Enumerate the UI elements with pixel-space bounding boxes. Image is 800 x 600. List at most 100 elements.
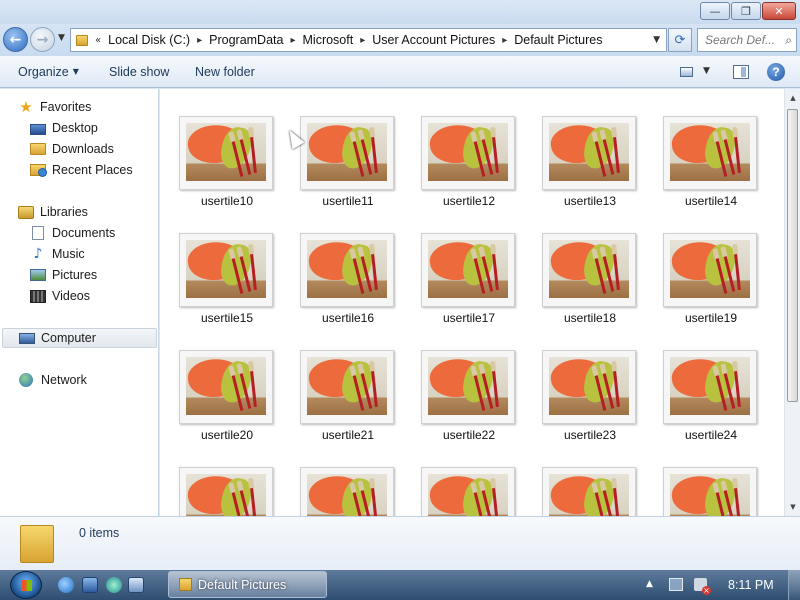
file-item[interactable]: usertile13 [542,116,638,208]
file-name: usertile21 [321,428,375,442]
sidebar-item-label: Desktop [52,121,98,135]
sidebar-item-documents[interactable]: Documents [30,223,115,243]
file-item[interactable]: usertile23 [542,350,638,442]
sidebar-item-downloads[interactable]: Downloads [30,139,114,159]
scrollbar-thumb[interactable] [787,109,798,402]
image-thumbnail [300,116,394,190]
details-pane: 0 items [0,516,800,570]
breadcrumb-programdata[interactable]: ProgramData [209,33,283,47]
organize-button[interactable]: Organize ▼ [18,65,79,79]
image-thumbnail [663,233,757,307]
sidebar-item-pictures[interactable]: Pictures [30,265,97,285]
sidebar-item-recent-places[interactable]: Recent Places [30,160,133,180]
file-item[interactable] [179,467,275,516]
breadcrumb-separator[interactable]: ▸ [502,35,507,46]
file-item[interactable] [542,467,638,516]
back-button[interactable]: ← [3,27,28,52]
preview-pane-icon[interactable] [733,65,749,79]
file-item[interactable] [421,467,517,516]
sidebar-item-label: Music [52,247,85,261]
sidebar-item-label: Pictures [52,268,98,282]
file-name: usertile12 [442,194,496,208]
folder-icon [20,525,54,563]
change-view-icon[interactable] [680,67,693,77]
scroll-up-icon[interactable]: ▲ [786,90,800,106]
downloads-folder-icon [30,143,46,155]
refresh-button[interactable]: ⟳ [668,28,692,52]
file-item[interactable]: usertile22 [421,350,517,442]
media-player-icon[interactable] [106,577,122,593]
clock[interactable]: 8:11 PM [728,578,774,592]
file-item[interactable]: usertile18 [542,233,638,325]
view-options-dropdown[interactable]: ▼ [703,66,710,76]
show-desktop-icon[interactable] [82,577,98,593]
file-view: usertile10 usertile11 usertile12 usertil… [160,89,784,516]
navigation-bar: ← → ▼ « Local Disk (C:) ▸ ProgramData ▸ … [0,24,800,56]
file-name: usertile22 [442,428,496,442]
address-dropdown-icon[interactable]: ▼ [653,35,660,45]
network-tray-icon[interactable] [669,578,683,591]
close-button[interactable]: ✕ [762,2,796,20]
file-item[interactable]: usertile16 [300,233,396,325]
maximize-button[interactable]: ❐ [731,2,761,20]
file-item[interactable] [663,467,759,516]
sidebar-item-libraries[interactable]: Libraries [18,202,88,222]
minimize-button[interactable]: — [700,2,730,20]
breadcrumb-default-pictures[interactable]: Default Pictures [514,33,602,47]
file-name: usertile18 [563,311,617,325]
sidebar-item-computer[interactable]: Computer [2,328,157,348]
file-name: usertile19 [684,311,738,325]
breadcrumb-separator[interactable]: ▸ [360,35,365,46]
file-item[interactable] [300,467,396,516]
help-icon[interactable]: ? [767,63,785,81]
image-thumbnail [663,350,757,424]
image-thumbnail [179,116,273,190]
network-icon [19,373,33,387]
file-item[interactable]: usertile14 [663,116,759,208]
item-count: 0 items [79,526,120,540]
breadcrumb-microsoft[interactable]: Microsoft [303,33,354,47]
search-icon[interactable]: ⌕ [785,29,792,51]
breadcrumb-separator[interactable]: ▸ [197,35,202,46]
file-item[interactable]: usertile11 [300,116,396,208]
sidebar-item-label: Recent Places [52,163,133,177]
pictures-icon [30,269,46,281]
scroll-down-icon[interactable]: ▼ [786,499,800,515]
internet-explorer-icon[interactable] [58,577,74,593]
documents-icon [32,226,44,240]
sidebar-item-network[interactable]: Network [19,370,87,390]
file-item[interactable]: usertile20 [179,350,275,442]
file-name: usertile15 [200,311,254,325]
sidebar-item-desktop[interactable]: Desktop [30,118,98,138]
file-item[interactable]: usertile17 [421,233,517,325]
switch-windows-icon[interactable] [128,577,144,593]
file-item[interactable]: usertile19 [663,233,759,325]
sidebar-item-favorites[interactable]: ★ Favorites [18,97,91,117]
file-item[interactable]: usertile10 [179,116,275,208]
new-folder-button[interactable]: New folder [195,65,255,79]
start-button[interactable] [10,571,42,599]
file-item[interactable]: usertile24 [663,350,759,442]
breadcrumb-overflow[interactable]: « [95,35,101,46]
breadcrumb-local-disk[interactable]: Local Disk (C:) [108,33,190,47]
address-bar[interactable]: « Local Disk (C:) ▸ ProgramData ▸ Micros… [70,28,667,52]
taskbar-window-default-pictures[interactable]: Default Pictures [168,571,327,598]
slideshow-button[interactable]: Slide show [109,65,169,79]
vertical-scrollbar[interactable]: ▲ ▼ [784,89,800,516]
breadcrumb-separator[interactable]: ▸ [290,35,295,46]
image-thumbnail [300,467,394,516]
file-item[interactable]: usertile15 [179,233,275,325]
sidebar-item-label: Downloads [52,142,114,156]
forward-button[interactable]: → [30,27,55,52]
volume-muted-icon[interactable] [694,578,711,595]
search-input[interactable]: Search Def... ⌕ [697,28,797,52]
desktop-icon [30,123,46,135]
breadcrumb-user-account-pictures[interactable]: User Account Pictures [372,33,495,47]
file-item[interactable]: usertile12 [421,116,517,208]
show-hidden-icons-icon[interactable]: ▲ [646,579,653,589]
sidebar-item-music[interactable]: ♪ Music [30,244,85,264]
show-desktop-button[interactable] [788,570,800,600]
file-item[interactable]: usertile21 [300,350,396,442]
recent-pages-dropdown[interactable]: ▼ [58,33,65,43]
sidebar-item-videos[interactable]: Videos [30,286,90,306]
